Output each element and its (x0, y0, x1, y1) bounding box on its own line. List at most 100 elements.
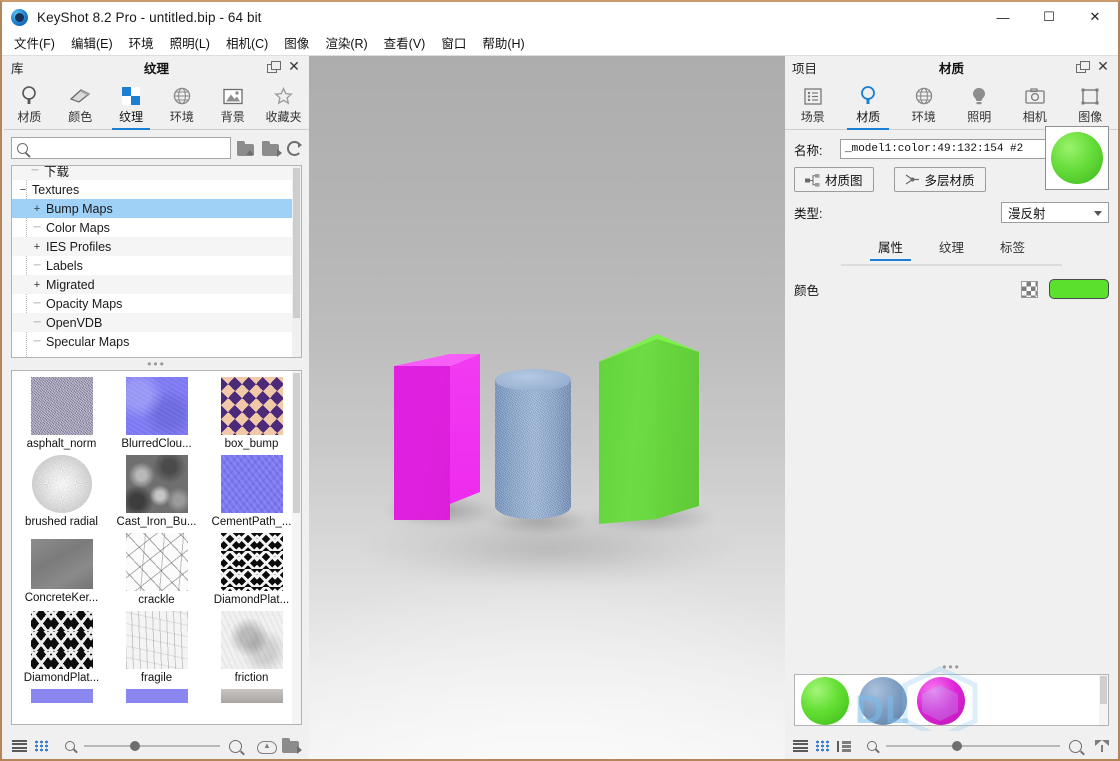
tab-camera[interactable]: 相机 (1007, 82, 1063, 129)
thumbnail-item[interactable]: BlurredClou... (109, 375, 204, 453)
menu-environment[interactable]: 环境 (121, 33, 162, 55)
maximize-button[interactable]: ☐ (1026, 2, 1072, 32)
tree-expander[interactable]: + (30, 241, 44, 253)
import-folder-icon[interactable] (237, 140, 256, 157)
grid-view-icon[interactable] (815, 740, 830, 752)
render-viewport[interactable] (309, 56, 785, 759)
tab-material[interactable]: 材质 (841, 82, 897, 130)
tab-environments[interactable]: 环境 (156, 82, 207, 129)
filter-funnel-icon[interactable] (1095, 739, 1110, 753)
menu-help[interactable]: 帮助(H) (474, 33, 532, 55)
menu-edit[interactable]: 编辑(E) (63, 33, 121, 55)
tree-scroll-area[interactable]: ─ 下载 − Textures + Bump Maps ─ Color Maps… (12, 166, 301, 357)
list-view-icon[interactable] (12, 740, 27, 752)
magenta-box[interactable] (394, 354, 480, 520)
subtab-labels[interactable]: 标签 (996, 237, 1029, 261)
zoom-in-icon[interactable] (229, 739, 242, 753)
undock-icon[interactable] (1076, 61, 1090, 73)
tab-image[interactable]: 图像 (1063, 82, 1119, 129)
thumbnail-item[interactable]: box_bump (204, 375, 299, 453)
thumbnail-item[interactable]: ConcreteKer... (14, 531, 109, 609)
tab-colors[interactable]: 颜色 (55, 82, 106, 129)
tree-scrollbar[interactable] (292, 166, 301, 357)
tree-item-downloads[interactable]: ─ 下载 (12, 166, 301, 180)
tree-item-ies-profiles[interactable]: + IES Profiles (12, 237, 301, 256)
search-input[interactable] (32, 141, 225, 155)
splitter-handle-library[interactable]: ••• (4, 357, 309, 371)
tree-item-color-maps[interactable]: ─ Color Maps (12, 218, 301, 237)
subtab-properties[interactable]: 属性 (869, 237, 912, 261)
slider-knob[interactable] (130, 741, 141, 751)
multi-layer-material-button[interactable]: 多层材质 (893, 167, 986, 192)
tree-expander[interactable]: ─ (30, 336, 44, 347)
menu-render[interactable]: 渲染(R) (317, 33, 375, 55)
strip-scrollbar[interactable] (1099, 675, 1108, 725)
thumbnail-item[interactable]: fragile (109, 609, 204, 687)
tree-item-bump-maps[interactable]: + Bump Maps (12, 199, 301, 218)
tree-item-opacity-maps[interactable]: ─ Opacity Maps (12, 294, 301, 313)
color-swatch[interactable] (1049, 279, 1109, 299)
close-icon[interactable]: ✕ (1097, 59, 1109, 73)
close-button[interactable]: ✕ (1072, 2, 1118, 32)
menu-lighting[interactable]: 照明(L) (162, 33, 218, 55)
tree-expander[interactable]: ─ (30, 298, 44, 309)
subtab-textures[interactable]: 纹理 (935, 237, 968, 261)
tab-lighting[interactable]: 照明 (952, 82, 1008, 129)
material-preview[interactable] (1045, 126, 1109, 190)
blue-cylinder[interactable] (495, 369, 571, 529)
open-folder-icon[interactable] (282, 737, 302, 754)
material-library-strip[interactable] (794, 674, 1109, 726)
tree-item-migrated[interactable]: + Migrated (12, 275, 301, 294)
minimize-button[interactable]: — (980, 2, 1026, 32)
thumbnail-item[interactable]: brushed radial (14, 453, 109, 531)
thumbnail-item[interactable] (14, 687, 109, 706)
thumbnail-size-slider[interactable] (84, 741, 220, 751)
tree-item-textures[interactable]: − Textures (12, 180, 301, 199)
zoom-out-icon[interactable] (65, 741, 75, 751)
tree-item-specular-maps[interactable]: ─ Specular Maps (12, 332, 301, 351)
thumbnail-item[interactable]: DiamondPlat... (204, 531, 299, 609)
tab-favorites[interactable]: 收藏夹 (258, 82, 309, 129)
menu-image[interactable]: 图像 (276, 33, 317, 55)
material-size-slider[interactable] (886, 741, 1060, 751)
tree-expander[interactable]: ─ (30, 317, 44, 328)
grid-view-icon[interactable] (34, 740, 49, 752)
menu-view[interactable]: 查看(V) (376, 33, 434, 55)
tab-materials[interactable]: 材质 (4, 82, 55, 129)
menu-camera[interactable]: 相机(C) (218, 33, 276, 55)
cloud-upload-icon[interactable] (257, 739, 277, 754)
thumbnail-item[interactable] (109, 687, 204, 706)
refresh-icon[interactable] (287, 140, 302, 156)
tree-expander[interactable]: − (16, 184, 30, 196)
menu-window[interactable]: 窗口 (433, 33, 474, 55)
undock-icon[interactable] (267, 61, 281, 73)
texture-tree[interactable]: ─ 下载 − Textures + Bump Maps ─ Color Maps… (11, 165, 302, 358)
export-folder-icon[interactable] (262, 140, 282, 157)
grid-scrollbar[interactable] (292, 371, 301, 724)
tree-view-icon[interactable] (837, 740, 852, 753)
material-type-select[interactable]: 漫反射 (1001, 202, 1109, 223)
green-prism[interactable] (599, 334, 699, 524)
tree-item-openvdb[interactable]: ─ OpenVDB (12, 313, 301, 332)
slider-knob[interactable] (952, 741, 963, 751)
thumbnail-item[interactable]: DiamondPlat... (14, 609, 109, 687)
tree-item-labels[interactable]: ─ Labels (12, 256, 301, 275)
tree-expander[interactable]: ─ (30, 260, 44, 271)
tab-scene[interactable]: 场景 (785, 82, 841, 129)
tree-expander[interactable]: + (30, 279, 44, 291)
tab-textures[interactable]: 纹理 (106, 82, 157, 130)
close-icon[interactable]: ✕ (288, 59, 300, 73)
search-input-wrapper[interactable] (11, 137, 231, 159)
tab-environment[interactable]: 环境 (896, 82, 952, 129)
thumbnail-item[interactable]: crackle (109, 531, 204, 609)
thumbnail-item[interactable]: Cast_Iron_Bu... (109, 453, 204, 531)
green-material-swatch[interactable] (801, 677, 849, 725)
tree-expander[interactable]: + (30, 203, 44, 215)
thumbnail-item[interactable]: friction (204, 609, 299, 687)
tree-expander[interactable]: ─ (28, 166, 42, 176)
texture-thumbnail-grid[interactable]: asphalt_norm BlurredClou... box_bump bru… (11, 370, 302, 725)
thumbnail-item[interactable]: asphalt_norm (14, 375, 109, 453)
menu-file[interactable]: 文件(F) (6, 33, 63, 55)
thumbnail-item[interactable]: CementPath_... (204, 453, 299, 531)
material-graph-button[interactable]: 材质图 (794, 167, 874, 192)
